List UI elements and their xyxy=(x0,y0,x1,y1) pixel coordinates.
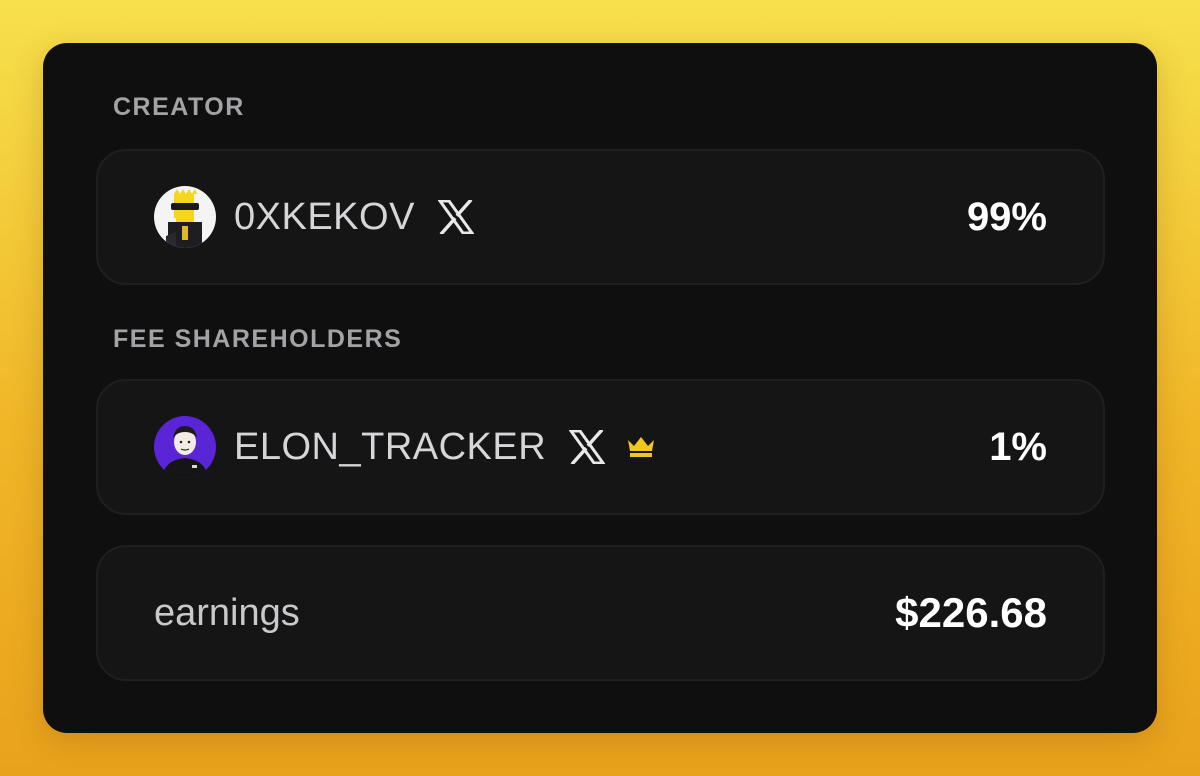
creator-share: 99% xyxy=(966,194,1047,239)
fee-share-card: CREATOR 0XKEKOV 99% FEE SHAREHOLDERS ELO… xyxy=(43,43,1157,733)
crown-icon xyxy=(626,434,658,460)
x-logo-icon[interactable] xyxy=(568,428,606,466)
bart-avatar-icon xyxy=(154,186,216,248)
shareholder-share: 1% xyxy=(989,424,1047,469)
earnings-value: $226.68 xyxy=(895,589,1047,636)
x-logo-icon[interactable] xyxy=(437,198,475,236)
creator-section-label: CREATOR xyxy=(113,93,245,121)
shareholder-row[interactable]: ELON_TRACKER 1% xyxy=(96,379,1105,515)
earnings-label: earnings xyxy=(154,591,300,634)
creator-name[interactable]: 0XKEKOV xyxy=(234,196,415,239)
creator-row[interactable]: 0XKEKOV 99% xyxy=(96,149,1105,285)
earnings-row: earnings $226.68 xyxy=(96,545,1105,681)
shareholder-name[interactable]: ELON_TRACKER xyxy=(234,426,546,469)
shareholders-section-label: FEE SHAREHOLDERS xyxy=(113,325,403,353)
elon-avatar-icon xyxy=(154,416,216,478)
